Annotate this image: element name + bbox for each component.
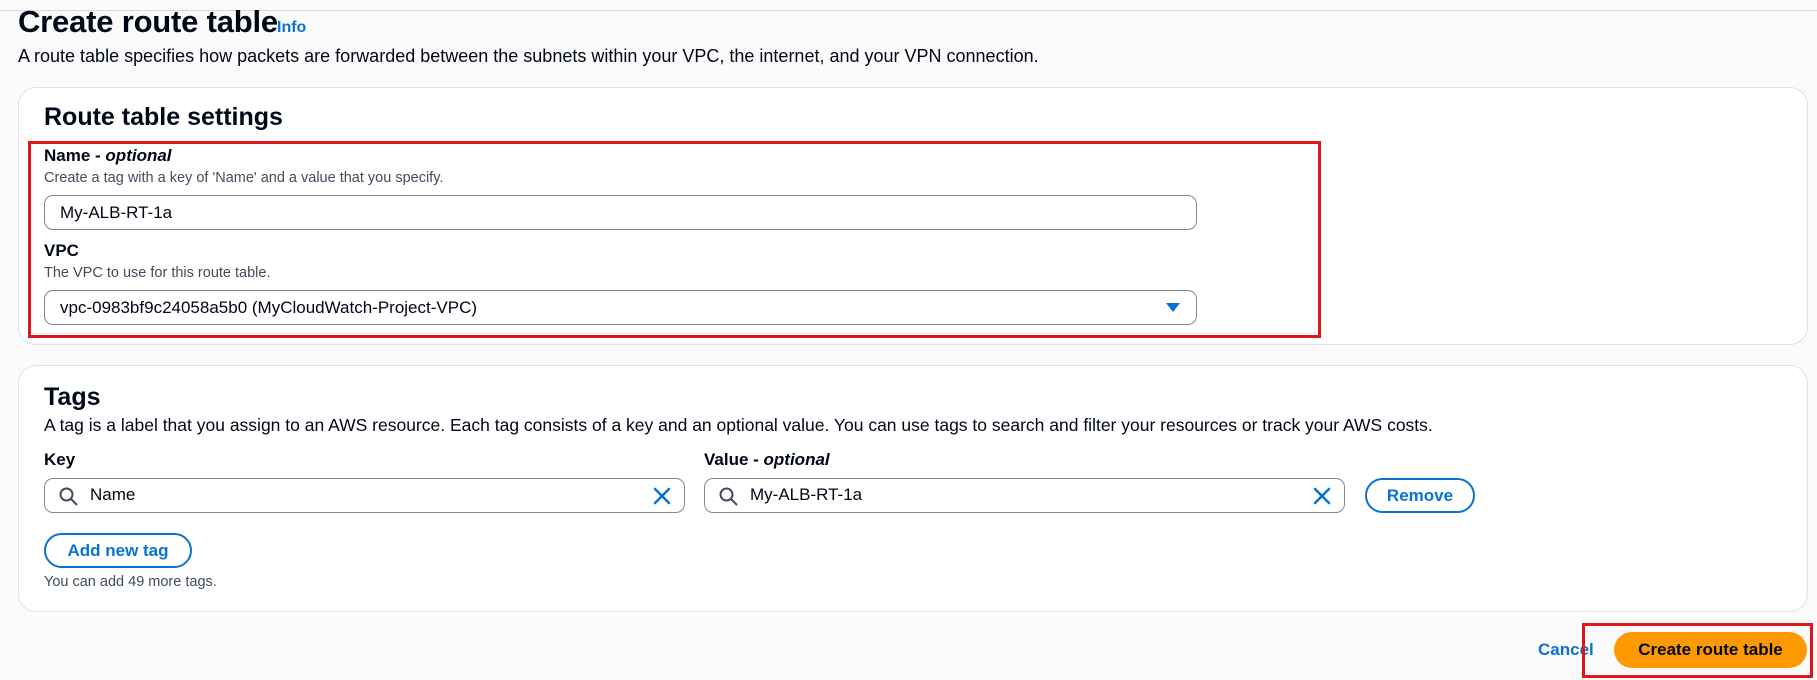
tag-value-value: My-ALB-RT-1a <box>750 485 863 504</box>
tags-description: A tag is a label that you assign to an A… <box>44 415 1433 435</box>
tags-title: Tags <box>44 383 101 411</box>
name-description: Create a tag with a key of 'Name' and a … <box>44 170 444 186</box>
search-icon <box>59 487 78 506</box>
cancel-button[interactable]: Cancel <box>1538 640 1594 660</box>
settings-title: Route table settings <box>44 103 283 131</box>
tags-panel: Tags A tag is a label that you assign to… <box>18 365 1808 612</box>
vpc-select-value: vpc-0983bf9c24058a5b0 (MyCloudWatch-Proj… <box>60 297 478 317</box>
info-link[interactable]: Info <box>277 19 306 37</box>
search-icon <box>719 487 738 506</box>
tag-value-input[interactable]: My-ALB-RT-1a <box>704 478 1345 513</box>
name-optional-text: optional <box>105 146 172 165</box>
tags-remaining-hint: You can add 49 more tags. <box>44 574 217 590</box>
name-input-value: My-ALB-RT-1a <box>60 202 173 222</box>
remove-tag-button[interactable]: Remove <box>1365 478 1475 513</box>
create-route-table-button[interactable]: Create route table <box>1614 632 1807 668</box>
add-new-tag-button[interactable]: Add new tag <box>44 533 192 568</box>
vpc-select[interactable]: vpc-0983bf9c24058a5b0 (MyCloudWatch-Proj… <box>44 290 1197 325</box>
tag-value-optional-text: optional <box>763 450 830 469</box>
name-input[interactable]: My-ALB-RT-1a <box>44 195 1197 230</box>
caret-down-icon <box>1166 303 1180 312</box>
vpc-description: The VPC to use for this route table. <box>44 265 271 281</box>
vpc-label: VPC <box>44 241 79 260</box>
tag-key-label: Key <box>44 450 76 469</box>
clear-icon[interactable] <box>1312 486 1332 506</box>
route-table-settings-panel: Route table settings Name - optional Cre… <box>18 87 1808 345</box>
tag-key-value: Name <box>90 485 136 504</box>
tag-value-label: Value - optional <box>704 450 830 469</box>
clear-icon[interactable] <box>652 486 672 506</box>
name-label: Name - optional <box>44 146 172 165</box>
page-description: A route table specifies how packets are … <box>18 46 1039 66</box>
tag-key-input[interactable]: Name <box>44 478 685 513</box>
page-title: Create route table <box>18 4 278 39</box>
